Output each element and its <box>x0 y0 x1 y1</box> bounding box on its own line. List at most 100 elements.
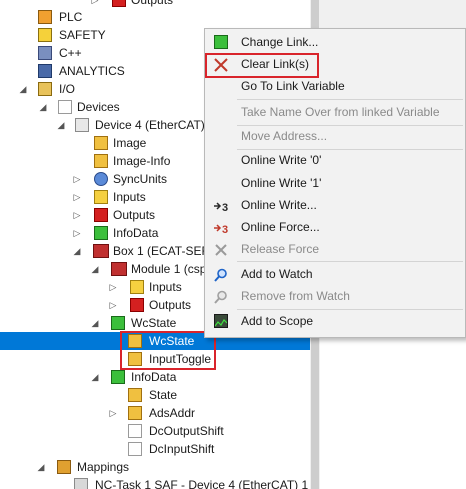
collapse-arrow-icon[interactable]: ◢ <box>36 458 46 476</box>
menu-separator <box>237 99 463 100</box>
svg-text:3: 3 <box>222 202 228 213</box>
tree-item-dcinputshift[interactable]: DcInputShift <box>0 440 310 458</box>
tree-item-label: Device 4 (EtherCAT) <box>95 118 205 132</box>
tree-item-label: DcOutputShift <box>149 424 224 438</box>
expand-arrow-icon[interactable]: ▷ <box>72 188 82 206</box>
tree-item-label: InfoData <box>113 226 159 240</box>
tree-item-label: ANALYTICS <box>59 64 125 78</box>
outputs-icon <box>112 0 126 7</box>
menu-item-remove-from-watch[interactable]: Remove from Watch <box>205 285 465 307</box>
tree-item-label: Inputs <box>149 280 182 294</box>
menu-item-label: Clear Link(s) <box>241 57 310 71</box>
collapse-arrow-icon[interactable]: ◢ <box>72 242 82 260</box>
online-write-icon: 3 <box>214 198 228 214</box>
menu-item-change-link[interactable]: Change Link... <box>205 31 465 53</box>
inputs-icon <box>130 280 144 294</box>
menu-item-go-to-link-variable[interactable]: Go To Link Variable <box>205 75 465 97</box>
tree-item-label: InputToggle <box>149 352 212 366</box>
menu-item-label: Online Write '1' <box>241 176 322 190</box>
tree-item-nc-task-mapping[interactable]: NC-Task 1 SAF - Device 4 (EtherCAT) 1 <box>0 476 310 489</box>
context-menu: Change Link... Clear Link(s) Go To Link … <box>204 28 466 338</box>
tree-item-label: State <box>149 388 178 402</box>
menu-item-label: Online Write... <box>241 198 317 212</box>
menu-item-take-name-over[interactable]: Take Name Over from linked Variable <box>205 101 465 123</box>
collapse-arrow-icon[interactable]: ◢ <box>90 260 100 278</box>
io-icon <box>38 82 52 96</box>
tree-item-label: Mappings <box>77 460 130 474</box>
ethercat-device-icon <box>75 118 89 132</box>
tree-item-inputtoggle[interactable]: InputToggle <box>0 350 310 368</box>
tree-item-mappings[interactable]: ◢ Mappings <box>0 458 310 476</box>
tree-item-label: C++ <box>59 46 82 60</box>
variable-link-icon <box>128 334 142 348</box>
wcstate-folder-icon <box>111 316 125 330</box>
menu-item-clear-links[interactable]: Clear Link(s) <box>205 53 465 75</box>
menu-item-label: Change Link... <box>241 35 319 49</box>
tree-item-plc[interactable]: PLC <box>0 8 310 26</box>
tree-item-label: AdsAddr <box>149 406 196 420</box>
menu-item-online-write-1[interactable]: Online Write '1' <box>205 172 465 194</box>
expand-arrow-icon[interactable]: ▷ <box>72 206 82 224</box>
menu-item-label: Remove from Watch <box>241 289 350 303</box>
inputs-icon <box>94 190 108 204</box>
infodata-icon <box>94 226 108 240</box>
safety-icon <box>38 28 52 42</box>
tree-item-label: SAFETY <box>59 28 106 42</box>
mapping-icon <box>74 478 88 489</box>
tree-item-label: WcState <box>149 334 195 348</box>
mappings-icon <box>57 460 71 474</box>
variable-icon <box>128 442 142 456</box>
menu-item-label: Take Name Over from linked Variable <box>241 105 440 119</box>
image-icon <box>94 136 108 150</box>
tree-item-label: WcState <box>131 316 177 330</box>
expand-arrow-icon[interactable]: ▷ <box>72 170 82 188</box>
collapse-arrow-icon[interactable]: ◢ <box>18 80 28 98</box>
cpp-icon <box>38 46 52 60</box>
tree-item-label: Module 1 (csp <box>131 262 207 276</box>
menu-item-add-to-watch[interactable]: Add to Watch <box>205 263 465 285</box>
tree-item-label: Outputs <box>149 298 192 312</box>
menu-separator <box>237 261 463 262</box>
collapse-arrow-icon[interactable]: ◢ <box>90 368 100 386</box>
tree-item-state[interactable]: State <box>0 386 310 404</box>
tree-item-label: I/O <box>59 82 76 96</box>
clear-link-icon <box>214 57 228 72</box>
outputs-icon <box>94 208 108 222</box>
menu-item-move-address[interactable]: Move Address... <box>205 125 465 147</box>
menu-item-label: Release Force <box>241 242 320 256</box>
release-force-icon <box>214 242 228 256</box>
tree-item-label: NC-Task 1 SAF - Device 4 (EtherCAT) 1 <box>95 478 309 489</box>
menu-item-label: Go To Link Variable <box>241 79 345 93</box>
magnifier-icon <box>214 267 228 282</box>
ssc-module-icon <box>111 262 127 276</box>
tree-item-label: Outputs <box>113 208 156 222</box>
tree-item-box-infodata[interactable]: ◢ InfoData <box>0 368 310 386</box>
infodata-icon <box>111 370 125 384</box>
variable-icon <box>128 424 142 438</box>
expand-arrow-icon[interactable]: ▷ <box>108 404 118 422</box>
tree-item-label: SyncUnits <box>113 172 168 186</box>
analytics-icon <box>38 64 52 78</box>
menu-item-label: Add to Scope <box>241 314 314 328</box>
tree-item-adsaddr[interactable]: ▷ AdsAddr <box>0 404 310 422</box>
expand-arrow-icon[interactable]: ▷ <box>108 296 118 314</box>
menu-item-online-write[interactable]: 3 Online Write... <box>205 194 465 216</box>
tree-item-label: Box 1 (ECAT-SERV <box>113 244 218 258</box>
outputs-icon <box>130 298 144 312</box>
variable-icon <box>128 388 142 402</box>
menu-item-label: Online Write '0' <box>241 153 322 167</box>
expand-arrow-icon[interactable]: ▷ <box>108 278 118 296</box>
collapse-arrow-icon[interactable]: ◢ <box>38 98 48 116</box>
tree-item-label: InfoData <box>131 370 177 384</box>
tree-item-dcoutputshift[interactable]: DcOutputShift <box>0 422 310 440</box>
menu-item-online-force[interactable]: 3 Online Force... <box>205 216 465 238</box>
collapse-arrow-icon[interactable]: ◢ <box>90 314 100 332</box>
menu-item-release-force[interactable]: Release Force <box>205 238 465 260</box>
collapse-arrow-icon[interactable]: ◢ <box>56 116 66 134</box>
menu-item-add-to-scope[interactable]: Add to Scope <box>205 310 465 332</box>
svg-text:3: 3 <box>222 224 228 235</box>
menu-item-online-write-0[interactable]: Online Write '0' <box>205 149 465 171</box>
menu-item-label: Online Force... <box>241 220 320 234</box>
expand-arrow-icon[interactable]: ▷ <box>72 224 82 242</box>
change-link-icon <box>214 35 228 49</box>
